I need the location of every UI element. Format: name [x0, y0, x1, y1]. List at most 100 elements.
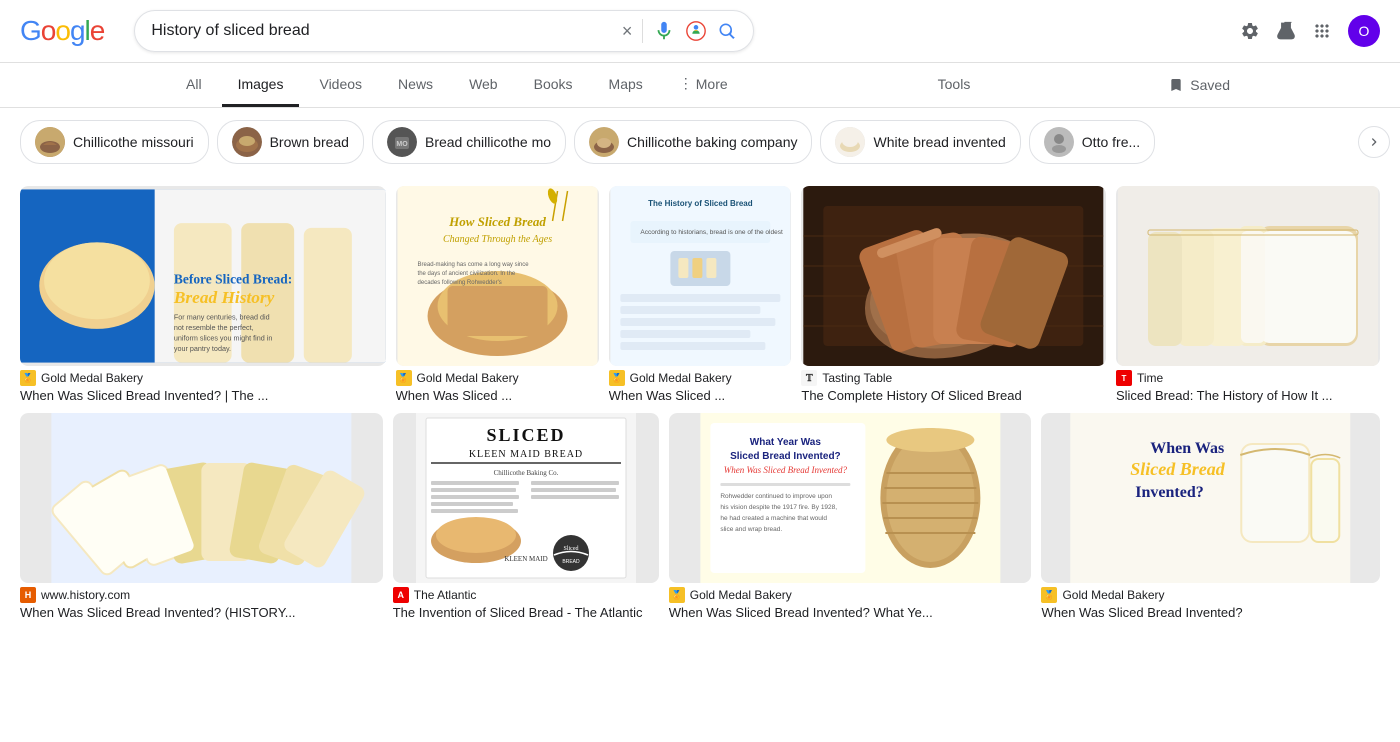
card-5-title: Sliced Bread: The History of How It ... — [1116, 388, 1380, 403]
settings-button[interactable] — [1240, 21, 1260, 41]
nav-tabs: All Images Videos News Web Books Maps ⋮ … — [0, 63, 1400, 108]
svg-text:your pantry today.: your pantry today. — [174, 344, 231, 353]
mic-button[interactable] — [653, 20, 675, 42]
tab-web[interactable]: Web — [453, 64, 514, 107]
image-card-7[interactable]: SLICED KLEEN MAID BREAD Chillicothe Baki… — [393, 413, 659, 620]
tab-all[interactable]: All — [170, 64, 218, 107]
card-1-source: 🏅 Gold Medal Bakery — [20, 370, 386, 386]
source-icon-1: 🏅 — [20, 370, 36, 386]
tab-images[interactable]: Images — [222, 64, 300, 107]
header-right: O — [1240, 15, 1380, 47]
card-9-title: When Was Sliced Bread Invented? — [1041, 605, 1380, 620]
svg-text:his vision despite the 1917 fi: his vision despite the 1917 fire. By 192… — [720, 504, 837, 511]
card-7-source: A The Atlantic — [393, 587, 659, 603]
svg-text:Changed Through the Ages: Changed Through the Ages — [442, 234, 551, 245]
tab-tools[interactable]: Tools — [922, 64, 987, 107]
card-image-4 — [801, 186, 1106, 366]
image-card-9[interactable]: When Was Sliced Bread Invented? — [1041, 413, 1380, 620]
search-input[interactable] — [151, 22, 611, 40]
image-card-1[interactable]: Before Sliced Bread: Bread History For m… — [20, 186, 386, 403]
svg-text:the days of ancient civilizati: the days of ancient civilization. In the — [417, 271, 515, 277]
source-icon-6: H — [20, 587, 36, 603]
svg-text:BREAD: BREAD — [562, 559, 580, 565]
image-card-5[interactable]: T Time Sliced Bread: The History of How … — [1116, 186, 1380, 403]
image-row-2: H www.history.com When Was Sliced Bread … — [20, 413, 1380, 620]
card-image-7: SLICED KLEEN MAID BREAD Chillicothe Baki… — [393, 413, 659, 583]
card-image-6 — [20, 413, 383, 583]
tab-videos[interactable]: Videos — [303, 64, 378, 107]
source-name-5: Time — [1137, 371, 1163, 385]
mic-icon — [653, 20, 675, 42]
source-icon-4: 𝕋 — [801, 370, 817, 386]
card-4-source: 𝕋 Tasting Table — [801, 370, 1106, 386]
image-card-4[interactable]: 𝕋 Tasting Table The Complete History Of … — [801, 186, 1106, 403]
svg-text:For many centuries, bread did: For many centuries, bread did — [174, 312, 270, 321]
card-7-title: The Invention of Sliced Bread - The Atla… — [393, 605, 659, 620]
source-icon-9: 🏅 — [1041, 587, 1057, 603]
svg-text:Sliced Bread Invented?: Sliced Bread Invented? — [730, 451, 841, 462]
chevron-right-icon — [1366, 134, 1382, 150]
user-avatar[interactable]: O — [1348, 15, 1380, 47]
image-card-3[interactable]: The History of Sliced Bread According to… — [609, 186, 792, 403]
svg-text:MO: MO — [396, 141, 408, 148]
tab-books[interactable]: Books — [518, 64, 589, 107]
chip-otto[interactable]: Otto fre... — [1029, 120, 1155, 164]
image-row-1: Before Sliced Bread: Bread History For m… — [20, 186, 1380, 403]
svg-text:Bread-making has come a long w: Bread-making has come a long way since — [417, 262, 529, 268]
tab-saved[interactable]: Saved — [1168, 65, 1230, 105]
source-icon-8: 🏅 — [669, 587, 685, 603]
card-8-source: 🏅 Gold Medal Bakery — [669, 587, 1032, 603]
divider — [642, 19, 643, 43]
chip-thumb-brown-bread — [232, 127, 262, 157]
image-card-2[interactable]: How Sliced Bread Changed Through the Age… — [396, 186, 599, 403]
apps-button[interactable] — [1312, 21, 1332, 41]
svg-text:not resemble the perfect,: not resemble the perfect, — [174, 323, 254, 332]
google-logo[interactable]: Google — [20, 15, 104, 47]
svg-text:KLEEN MAID BREAD: KLEEN MAID BREAD — [469, 449, 583, 460]
search-bar: × — [134, 10, 754, 52]
bookmark-icon — [1168, 77, 1184, 93]
source-name-3: Gold Medal Bakery — [630, 371, 732, 385]
svg-text:The History of Sliced Bread: The History of Sliced Bread — [648, 199, 753, 208]
chip-white-bread[interactable]: White bread invented — [820, 120, 1020, 164]
svg-text:uniform slices you might find: uniform slices you might find in — [174, 333, 272, 342]
card-4-title: The Complete History Of Sliced Bread — [801, 388, 1106, 403]
svg-text:How Sliced Bread: How Sliced Bread — [448, 214, 546, 229]
source-name-9: Gold Medal Bakery — [1062, 588, 1164, 602]
tab-news[interactable]: News — [382, 64, 449, 107]
chip-brown-bread[interactable]: Brown bread — [217, 120, 364, 164]
chip-label: White bread invented — [873, 134, 1005, 150]
card-image-2: How Sliced Bread Changed Through the Age… — [396, 186, 599, 366]
card-6-title: When Was Sliced Bread Invented? (HISTORY… — [20, 605, 383, 620]
apps-grid-icon — [1312, 21, 1332, 41]
search-button[interactable] — [717, 21, 737, 41]
lens-button[interactable] — [685, 20, 707, 42]
chips-scroll-right[interactable] — [1358, 126, 1390, 158]
image-card-6[interactable]: H www.history.com When Was Sliced Bread … — [20, 413, 383, 620]
svg-text:Rohwedder continued to improve: Rohwedder continued to improve upon — [720, 493, 832, 500]
image-card-8[interactable]: What Year Was Sliced Bread Invented? Whe… — [669, 413, 1032, 620]
card-image-1: Before Sliced Bread: Bread History For m… — [20, 186, 386, 366]
svg-text:Invented?: Invented? — [1136, 484, 1204, 501]
tab-more[interactable]: ⋮ More — [663, 63, 744, 107]
chip-thumb-chillicothe-mo: MO — [387, 127, 417, 157]
chip-chillicothe-baking[interactable]: Chillicothe baking company — [574, 120, 812, 164]
chip-thumb-white-bread — [835, 127, 865, 157]
chip-bread-chillicothe[interactable]: MO Bread chillicothe mo — [372, 120, 566, 164]
card-3-source: 🏅 Gold Medal Bakery — [609, 370, 792, 386]
source-name-7: The Atlantic — [414, 588, 477, 602]
header: Google × — [0, 0, 1400, 63]
tab-maps[interactable]: Maps — [593, 64, 659, 107]
svg-text:What Year Was: What Year Was — [750, 437, 822, 448]
card-3-title: When Was Sliced ... — [609, 388, 792, 403]
source-icon-3: 🏅 — [609, 370, 625, 386]
search-icon — [717, 21, 737, 41]
card-5-source: T Time — [1116, 370, 1380, 386]
chip-chillicothe-missouri[interactable]: Chillicothe missouri — [20, 120, 209, 164]
labs-button[interactable] — [1276, 21, 1296, 41]
svg-text:KLEEN MAID: KLEEN MAID — [504, 555, 547, 563]
svg-text:When Was Sliced Bread Invented: When Was Sliced Bread Invented? — [723, 465, 847, 475]
card-2-title: When Was Sliced ... — [396, 388, 599, 403]
card-6-source: H www.history.com — [20, 587, 383, 603]
clear-icon[interactable]: × — [622, 21, 633, 42]
